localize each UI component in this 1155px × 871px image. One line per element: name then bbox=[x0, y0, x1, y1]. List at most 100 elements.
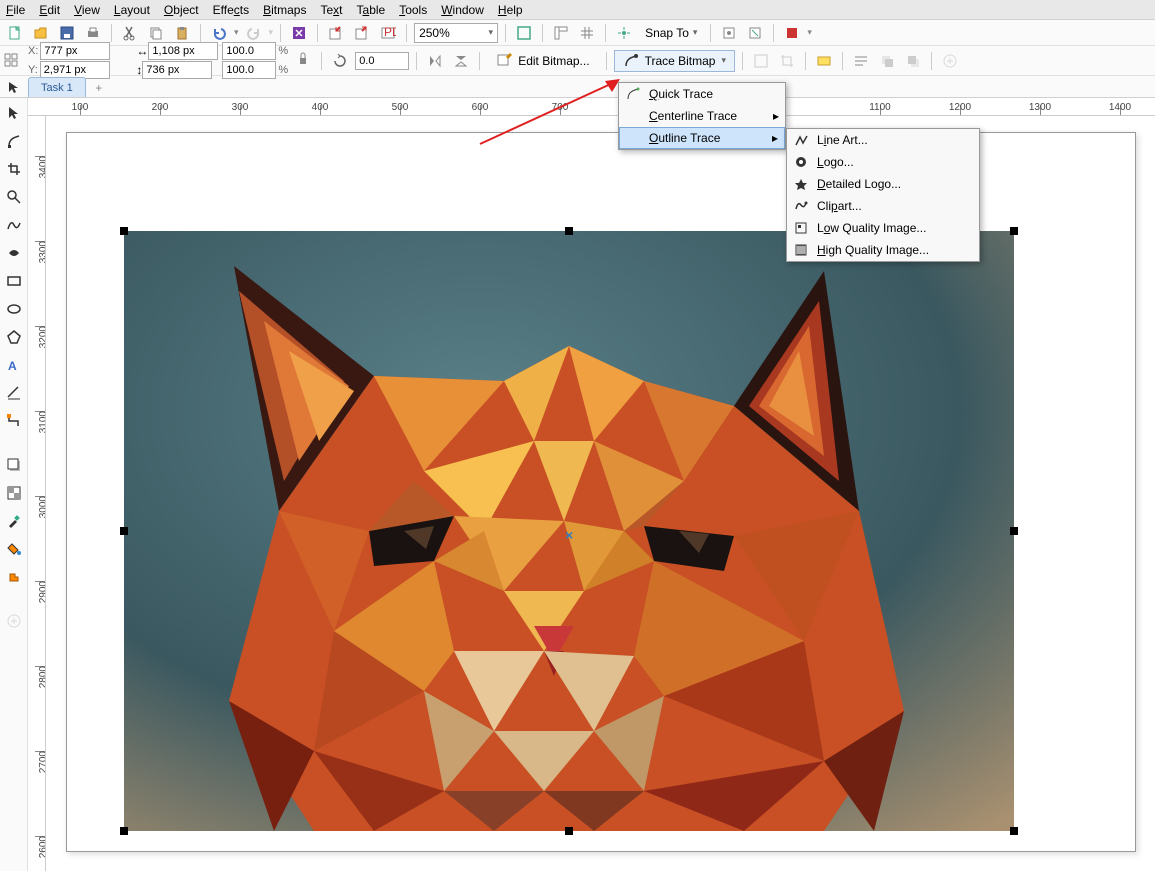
menu-help[interactable]: Help bbox=[498, 3, 523, 17]
scale-y-input[interactable]: 100.0 bbox=[222, 61, 276, 79]
publish-icon[interactable]: PDF bbox=[377, 22, 399, 44]
pct-label: % bbox=[278, 64, 288, 76]
paste-icon[interactable] bbox=[171, 22, 193, 44]
selection-handle-n[interactable] bbox=[565, 227, 573, 235]
fill-tool-icon[interactable] bbox=[3, 538, 25, 560]
pick-tool-icon[interactable] bbox=[3, 102, 25, 124]
menu-tools[interactable]: Tools bbox=[399, 3, 427, 17]
copy-icon[interactable] bbox=[145, 22, 167, 44]
open-icon[interactable] bbox=[30, 22, 52, 44]
add-tab-button[interactable]: + bbox=[90, 79, 108, 97]
snap-to-dropdown[interactable]: Snap To▾ bbox=[639, 23, 703, 43]
new-icon[interactable] bbox=[4, 22, 26, 44]
selection-handle-nw[interactable] bbox=[120, 227, 128, 235]
connector-tool-icon[interactable] bbox=[3, 410, 25, 432]
menu-view[interactable]: View bbox=[74, 3, 100, 17]
canvas[interactable]: × bbox=[46, 116, 1155, 871]
rectangle-tool-icon[interactable] bbox=[3, 270, 25, 292]
undo-icon[interactable] bbox=[208, 22, 230, 44]
straighten-icon[interactable] bbox=[813, 50, 835, 72]
menu-edit[interactable]: Edit bbox=[39, 3, 60, 17]
rulers-icon[interactable] bbox=[550, 22, 572, 44]
menu-low-quality[interactable]: Low Quality Image... bbox=[787, 217, 979, 239]
parallel-dim-icon[interactable] bbox=[3, 382, 25, 404]
import-icon[interactable] bbox=[325, 22, 347, 44]
menu-layout[interactable]: Layout bbox=[114, 3, 150, 17]
order-back-icon[interactable] bbox=[902, 50, 924, 72]
low-quality-icon bbox=[793, 220, 809, 236]
crop-icon[interactable] bbox=[776, 50, 798, 72]
menu-window[interactable]: Window bbox=[441, 3, 484, 17]
print-icon[interactable] bbox=[82, 22, 104, 44]
launcher-icon[interactable] bbox=[781, 22, 803, 44]
rotation-input[interactable]: 0.0 bbox=[355, 52, 409, 70]
selection-handle-s[interactable] bbox=[565, 827, 573, 835]
selection-center-icon[interactable]: × bbox=[565, 527, 573, 543]
pick-tool-selector-icon[interactable] bbox=[4, 77, 24, 97]
fullscreen-icon[interactable] bbox=[513, 22, 535, 44]
selection-handle-ne[interactable] bbox=[1010, 227, 1018, 235]
x-position-input[interactable]: 777 px bbox=[40, 42, 110, 60]
menu-detailed-logo[interactable]: Detailed Logo... bbox=[787, 173, 979, 195]
options-icon[interactable] bbox=[718, 22, 740, 44]
redo-icon[interactable] bbox=[243, 22, 265, 44]
menu-object[interactable]: Object bbox=[164, 3, 199, 17]
mirror-h-icon[interactable] bbox=[424, 50, 446, 72]
search-icon[interactable] bbox=[288, 22, 310, 44]
save-icon[interactable] bbox=[56, 22, 78, 44]
menu-centerline-trace[interactable]: Centerline Trace ▸ bbox=[619, 105, 785, 127]
selection-handle-w[interactable] bbox=[120, 527, 128, 535]
export-icon[interactable] bbox=[351, 22, 373, 44]
scale-x-input[interactable]: 100.0 bbox=[222, 42, 276, 60]
menu-quick-trace[interactable]: Quick Trace bbox=[619, 83, 785, 105]
polygon-tool-icon[interactable] bbox=[3, 326, 25, 348]
eyedropper-icon[interactable] bbox=[3, 510, 25, 532]
grid-icon[interactable] bbox=[576, 22, 598, 44]
rotate-icon[interactable] bbox=[329, 50, 351, 72]
zoom-level-input[interactable]: 250%▾ bbox=[414, 23, 498, 43]
freehand-tool-icon[interactable] bbox=[3, 214, 25, 236]
selection-handle-se[interactable] bbox=[1010, 827, 1018, 835]
transparency-icon[interactable] bbox=[3, 482, 25, 504]
tab-task1[interactable]: Task 1 bbox=[28, 77, 86, 97]
menu-file[interactable]: File bbox=[6, 3, 25, 17]
separator bbox=[479, 52, 480, 70]
trace-bitmap-label: Trace Bitmap bbox=[645, 54, 716, 68]
selection-handle-sw[interactable] bbox=[120, 827, 128, 835]
snap-icon[interactable] bbox=[613, 22, 635, 44]
menu-bitmaps[interactable]: Bitmaps bbox=[263, 3, 306, 17]
shape-tool-icon[interactable] bbox=[3, 130, 25, 152]
options2-icon[interactable] bbox=[744, 22, 766, 44]
menu-text[interactable]: Text bbox=[320, 3, 342, 17]
height-input[interactable]: 736 px bbox=[142, 61, 212, 79]
text-tool-icon[interactable]: A bbox=[3, 354, 25, 376]
menu-line-art[interactable]: Line Art... bbox=[787, 129, 979, 151]
menu-high-quality[interactable]: High Quality Image... bbox=[787, 239, 979, 261]
mirror-v-icon[interactable] bbox=[450, 50, 472, 72]
menu-table[interactable]: Table bbox=[357, 3, 386, 17]
wrap-text-icon[interactable] bbox=[850, 50, 872, 72]
smart-fill-icon[interactable] bbox=[3, 566, 25, 588]
lock-ratio-icon[interactable] bbox=[292, 50, 314, 72]
menu-outline-trace[interactable]: Outline Trace ▸ bbox=[619, 127, 785, 149]
quick-customize-icon[interactable] bbox=[3, 610, 25, 632]
y-label: Y: bbox=[28, 64, 38, 76]
menu-logo[interactable]: Logo... bbox=[787, 151, 979, 173]
drop-shadow-icon[interactable] bbox=[3, 454, 25, 476]
order-front-icon[interactable] bbox=[876, 50, 898, 72]
cut-icon[interactable] bbox=[119, 22, 141, 44]
trace-bitmap-button[interactable]: Trace Bitmap ▾ bbox=[614, 50, 735, 72]
crop-tool-icon[interactable] bbox=[3, 158, 25, 180]
zoom-tool-icon[interactable] bbox=[3, 186, 25, 208]
menu-effects[interactable]: Effects bbox=[213, 3, 249, 17]
selection-handle-e[interactable] bbox=[1010, 527, 1018, 535]
add-icon[interactable] bbox=[939, 50, 961, 72]
separator bbox=[542, 24, 543, 42]
artistic-media-icon[interactable] bbox=[3, 242, 25, 264]
menu-clipart[interactable]: Clipart... bbox=[787, 195, 979, 217]
width-input[interactable]: 1,108 px bbox=[148, 42, 218, 60]
resample-icon[interactable] bbox=[750, 50, 772, 72]
snap-label: Snap To bbox=[645, 26, 689, 40]
edit-bitmap-button[interactable]: Edit Bitmap... bbox=[487, 50, 598, 72]
ellipse-tool-icon[interactable] bbox=[3, 298, 25, 320]
